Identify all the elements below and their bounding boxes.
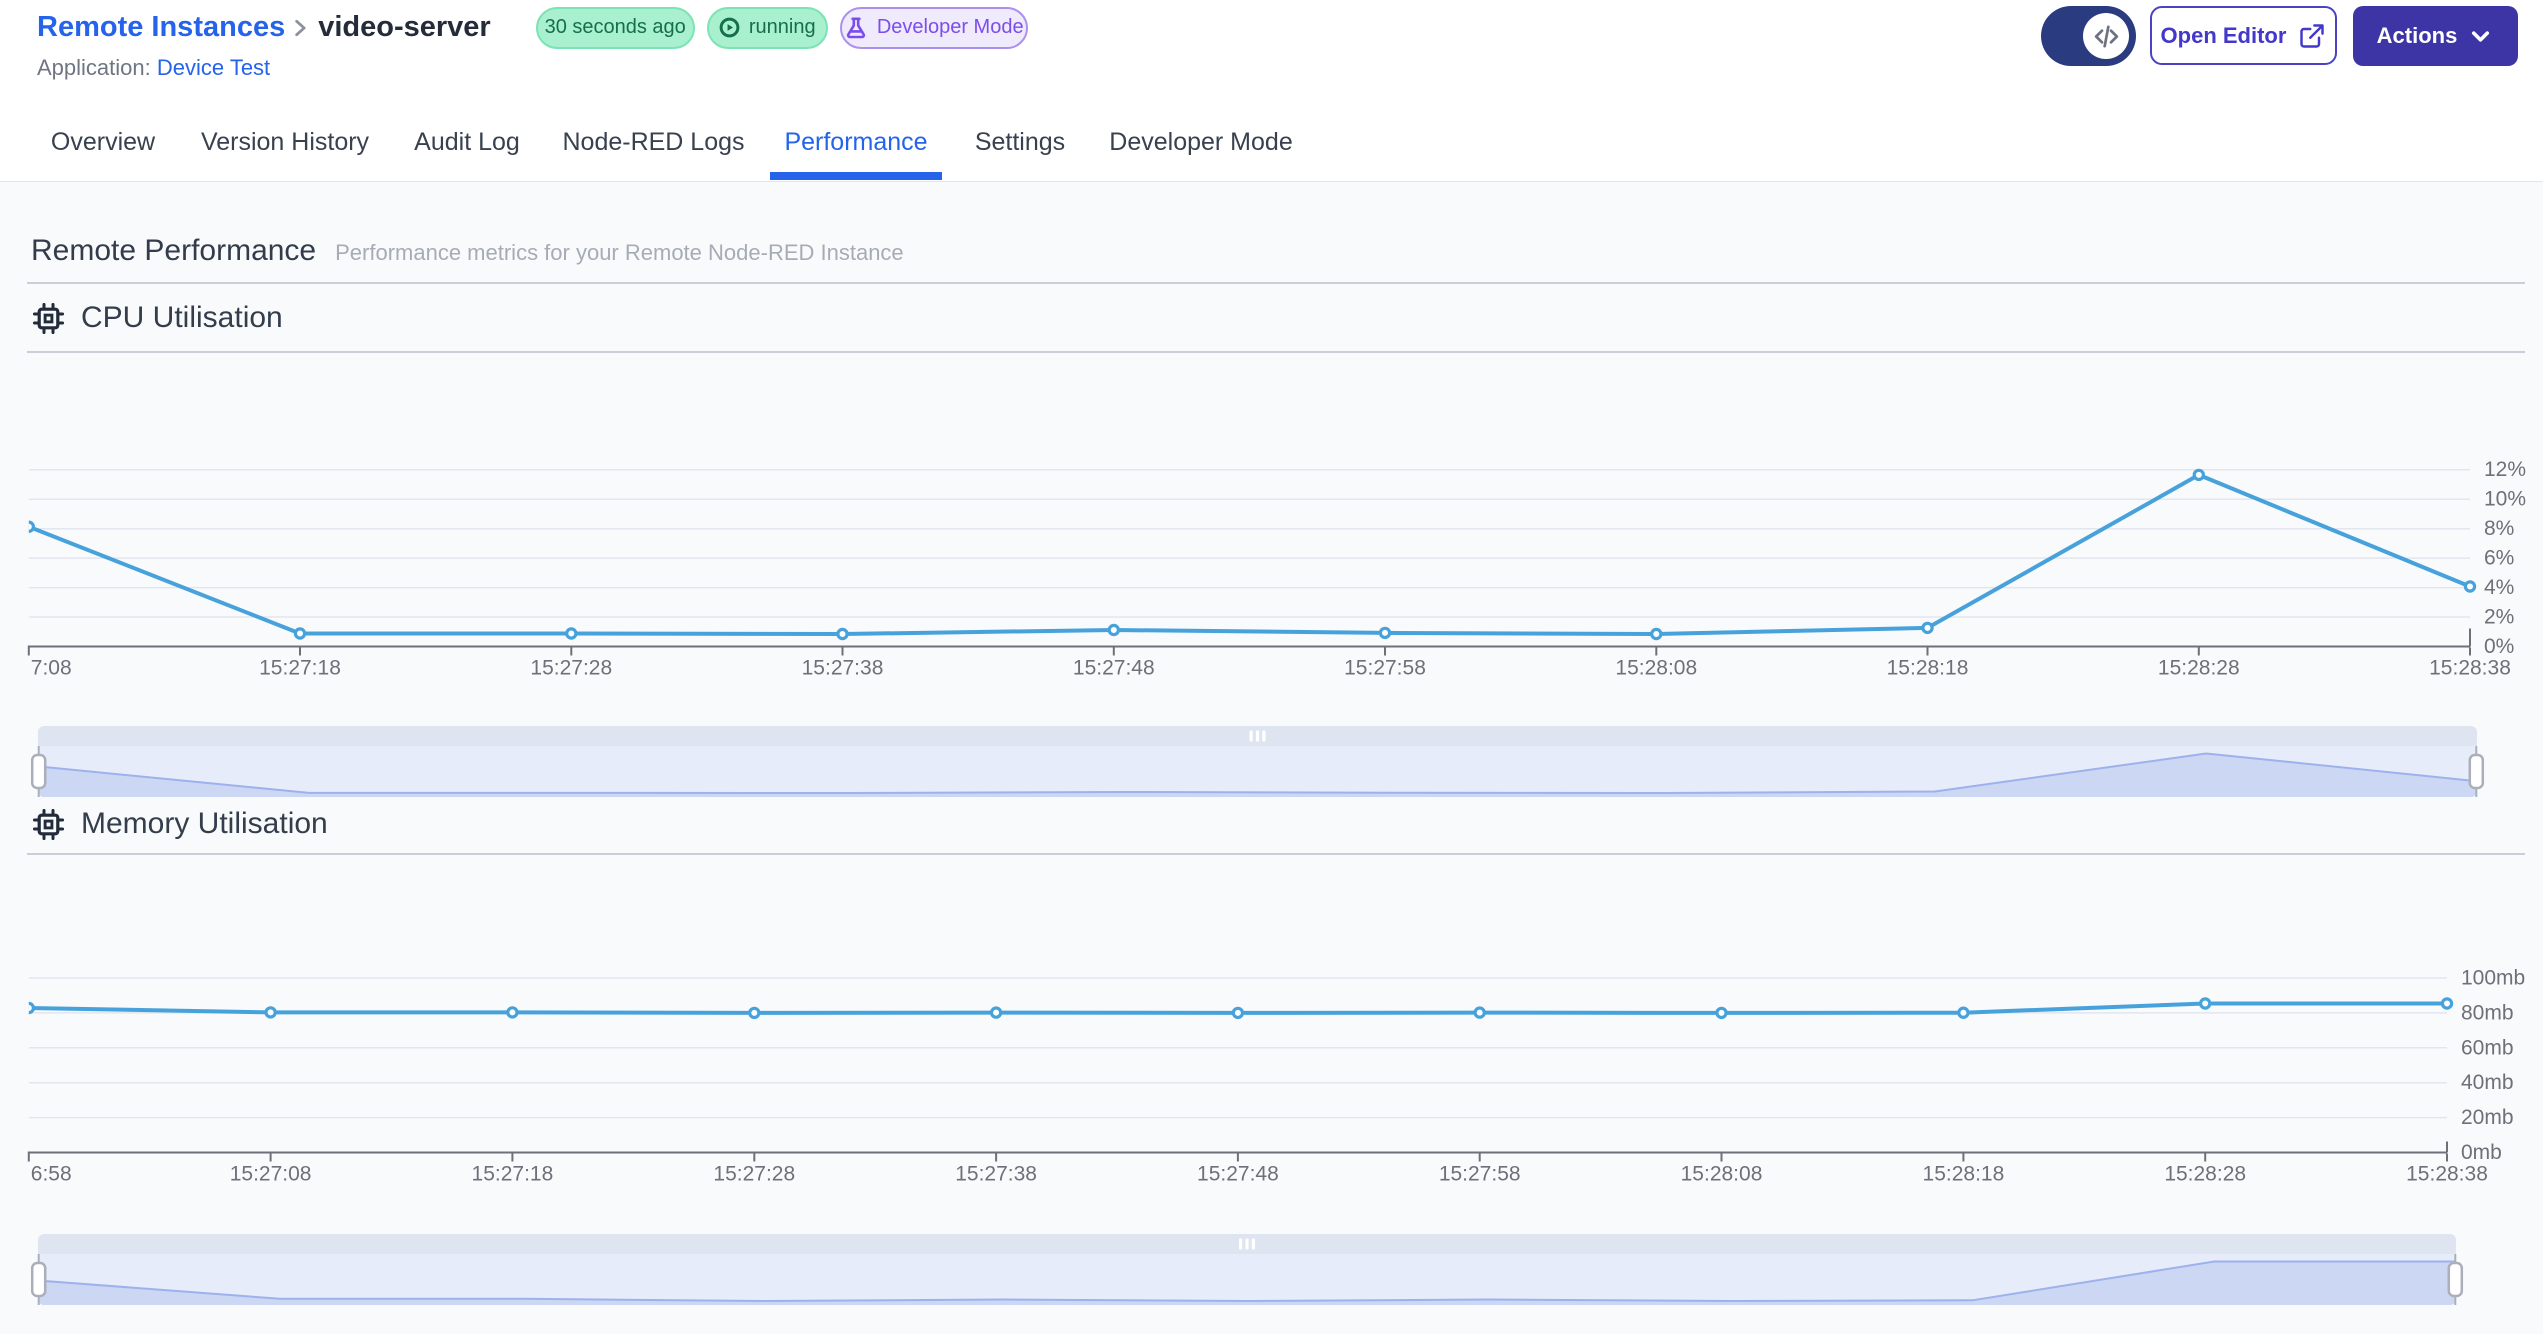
svg-text:12%: 12% [2484, 458, 2526, 481]
svg-text:15:28:08: 15:28:08 [1681, 1163, 1763, 1186]
svg-text:15:27:48: 15:27:48 [1073, 657, 1155, 680]
svg-text:15:28:08: 15:28:08 [1615, 657, 1697, 680]
svg-text:20mb: 20mb [2461, 1106, 2514, 1129]
svg-text:15:27:28: 15:27:28 [713, 1163, 795, 1186]
svg-text:4%: 4% [2484, 576, 2514, 599]
svg-text:0%: 0% [2484, 635, 2514, 658]
svg-text:100mb: 100mb [2461, 967, 2525, 990]
svg-text:80mb: 80mb [2461, 1001, 2514, 1024]
svg-text:7:08: 7:08 [31, 657, 72, 680]
svg-text:15:27:58: 15:27:58 [1439, 1163, 1521, 1186]
svg-text:15:27:08: 15:27:08 [230, 1163, 312, 1186]
svg-text:15:28:38: 15:28:38 [2429, 657, 2511, 680]
svg-text:60mb: 60mb [2461, 1036, 2514, 1059]
svg-text:15:27:28: 15:27:28 [530, 657, 612, 680]
svg-text:15:27:18: 15:27:18 [259, 657, 341, 680]
svg-text:15:27:38: 15:27:38 [802, 657, 884, 680]
svg-text:15:27:38: 15:27:38 [955, 1163, 1037, 1186]
svg-text:10%: 10% [2484, 488, 2526, 511]
svg-text:2%: 2% [2484, 606, 2514, 629]
svg-text:40mb: 40mb [2461, 1071, 2514, 1094]
svg-text:15:28:18: 15:28:18 [1887, 657, 1969, 680]
svg-text:15:27:58: 15:27:58 [1344, 657, 1426, 680]
svg-text:15:27:18: 15:27:18 [472, 1163, 554, 1186]
svg-text:0mb: 0mb [2461, 1141, 2502, 1164]
svg-text:15:28:38: 15:28:38 [2406, 1163, 2488, 1186]
svg-text:15:27:48: 15:27:48 [1197, 1163, 1279, 1186]
svg-text:8%: 8% [2484, 517, 2514, 540]
svg-text:15:28:18: 15:28:18 [1923, 1163, 2005, 1186]
svg-text:6:58: 6:58 [31, 1163, 72, 1186]
svg-text:15:28:28: 15:28:28 [2164, 1163, 2246, 1186]
svg-text:15:28:28: 15:28:28 [2158, 657, 2240, 680]
svg-text:6%: 6% [2484, 547, 2514, 570]
